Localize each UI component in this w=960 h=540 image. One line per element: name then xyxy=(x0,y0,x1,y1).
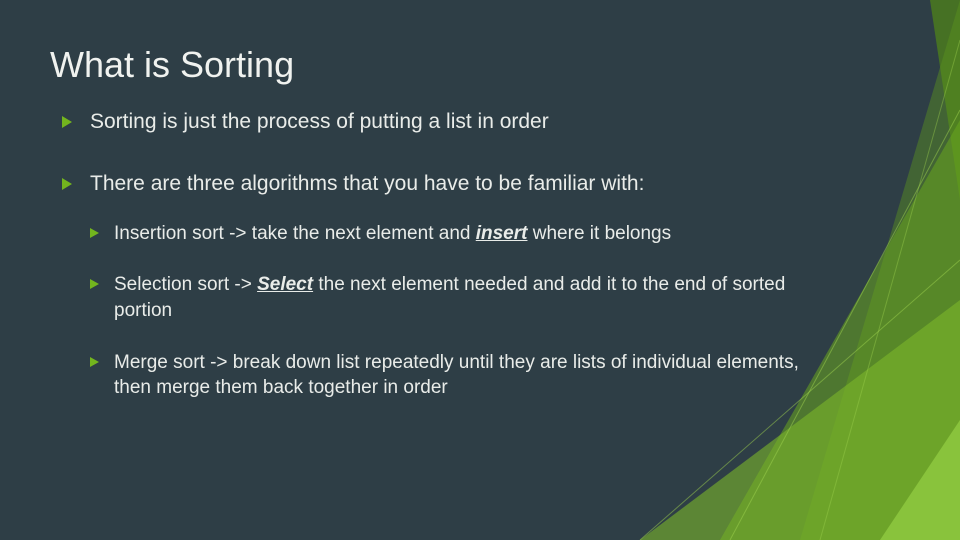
slide: What is Sorting Sorting is just the proc… xyxy=(0,0,960,540)
sub-lead: Selection sort -> xyxy=(114,274,257,295)
inner-list: Insertion sort -> take the next element … xyxy=(90,221,822,401)
slide-title: What is Sorting xyxy=(50,44,294,86)
bullet-text: Sorting is just the process of putting a… xyxy=(90,110,549,133)
sub-lead: Merge sort -> break down list repeatedly… xyxy=(114,352,799,399)
list-item: Selection sort -> Select the next elemen… xyxy=(90,272,822,323)
list-item: Insertion sort -> take the next element … xyxy=(90,221,822,247)
slide-content: Sorting is just the process of putting a… xyxy=(62,108,822,435)
sub-em: insert xyxy=(476,223,528,244)
bullet-text: There are three algorithms that you have… xyxy=(90,172,644,195)
outer-list: Sorting is just the process of putting a… xyxy=(62,108,822,401)
list-item: There are three algorithms that you have… xyxy=(62,170,822,401)
sub-tail: where it belongs xyxy=(527,223,671,244)
list-item: Sorting is just the process of putting a… xyxy=(62,108,822,136)
sub-lead: Insertion sort -> take the next element … xyxy=(114,223,476,244)
sub-em: Select xyxy=(257,274,313,295)
list-item: Merge sort -> break down list repeatedly… xyxy=(90,350,822,401)
